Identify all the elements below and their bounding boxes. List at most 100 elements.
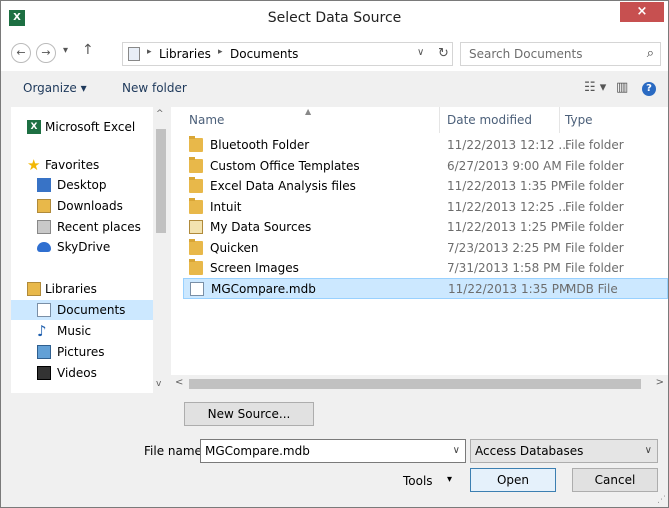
- file-name-value[interactable]: MGCompare.mdb: [205, 440, 310, 462]
- sidebar-item-downloads[interactable]: Downloads: [11, 196, 153, 216]
- scrollbar-thumb[interactable]: [189, 379, 641, 389]
- file-row-my-data-sources[interactable]: My Data Sources 11/22/2013 1:25 PM File …: [183, 217, 668, 238]
- sidebar-item-recent-places[interactable]: Recent places: [11, 217, 153, 237]
- column-header-type[interactable]: Type: [565, 113, 593, 127]
- file-name: MGCompare.mdb: [211, 282, 316, 296]
- documents-icon: [128, 47, 140, 61]
- recent-places-icon: [37, 220, 51, 234]
- file-date: 7/31/2013 1:58 PM: [447, 261, 561, 275]
- sidebar-item-documents[interactable]: Documents: [11, 300, 153, 320]
- scrollbar-thumb[interactable]: [156, 129, 166, 233]
- forward-button[interactable]: →: [36, 43, 56, 63]
- folder-icon: [189, 136, 203, 152]
- scroll-up-icon[interactable]: ^: [156, 109, 164, 119]
- column-header-name[interactable]: Name: [189, 113, 224, 127]
- sidebar-item-label: Videos: [57, 366, 97, 380]
- file-row-intuit[interactable]: Intuit 11/22/2013 12:25 ... File folder: [183, 197, 668, 218]
- address-dropdown-icon[interactable]: ∨: [417, 47, 424, 58]
- sidebar-item-microsoft-excel[interactable]: X Microsoft Excel: [11, 117, 153, 137]
- file-date: 11/22/2013 12:25 ...: [447, 200, 570, 214]
- breadcrumb-libraries[interactable]: Libraries: [159, 47, 211, 61]
- scroll-down-icon[interactable]: v: [156, 379, 161, 389]
- file-row-mgcompare-mdb[interactable]: MGCompare.mdb 11/22/2013 1:35 PM MDB Fil…: [183, 278, 668, 299]
- sidebar-item-libraries[interactable]: Libraries: [11, 279, 153, 299]
- column-divider[interactable]: [559, 107, 560, 133]
- folder-icon: [189, 259, 203, 275]
- file-row-custom-office-templates[interactable]: Custom Office Templates 6/27/2013 9:00 A…: [183, 156, 668, 177]
- command-toolbar: Organize ▾ New folder ☷ ▾ ▥ ?: [1, 71, 668, 107]
- file-row-bluetooth-folder[interactable]: Bluetooth Folder 11/22/2013 12:12 ... Fi…: [183, 135, 668, 156]
- new-folder-button[interactable]: New folder: [122, 81, 187, 95]
- sidebar-item-videos[interactable]: Videos: [11, 363, 153, 383]
- sidebar-item-label: Downloads: [57, 199, 123, 213]
- preview-pane-icon[interactable]: ▥: [616, 80, 628, 95]
- sidebar-item-label: SkyDrive: [57, 240, 111, 254]
- libraries-icon: [27, 282, 41, 296]
- tools-button[interactable]: Tools: [403, 474, 433, 488]
- file-name: Intuit: [210, 200, 242, 214]
- file-date: 6/27/2013 9:00 AM: [447, 159, 562, 173]
- cancel-button[interactable]: Cancel: [572, 468, 658, 492]
- dialog-title: Select Data Source: [267, 10, 402, 26]
- sidebar-item-label: Desktop: [57, 178, 107, 192]
- sidebar-item-label: Pictures: [57, 345, 105, 359]
- file-row-quicken[interactable]: Quicken 7/23/2013 2:25 PM File folder: [183, 238, 668, 259]
- sidebar-item-label: Microsoft Excel: [45, 120, 136, 134]
- sidebar-item-skydrive[interactable]: SkyDrive: [11, 237, 153, 257]
- navigation-pane-scrollbar[interactable]: ^ v: [153, 107, 169, 393]
- file-name-label: File name:: [144, 444, 206, 458]
- tools-dropdown-icon[interactable]: ▾: [447, 474, 452, 485]
- search-input[interactable]: [467, 46, 627, 62]
- search-box[interactable]: ⌕: [460, 42, 661, 66]
- address-bar[interactable]: ▸ Libraries ▸ Documents ∨ ↻: [122, 42, 453, 66]
- file-type: File folder: [565, 261, 624, 275]
- new-source-button[interactable]: New Source...: [184, 402, 314, 426]
- file-type: File folder: [565, 159, 624, 173]
- desktop-icon: [37, 178, 51, 192]
- sidebar-item-desktop[interactable]: Desktop: [11, 175, 153, 195]
- up-button[interactable]: ↑: [82, 42, 94, 58]
- folder-icon: [189, 157, 203, 173]
- music-icon: ♪: [37, 322, 47, 340]
- scroll-left-icon[interactable]: <: [175, 377, 183, 388]
- file-type-value: Access Databases: [475, 444, 584, 458]
- organize-button[interactable]: Organize ▾: [23, 81, 87, 95]
- sidebar-item-favorites[interactable]: ★ Favorites: [11, 155, 153, 175]
- file-type: File folder: [565, 241, 624, 255]
- scroll-right-icon[interactable]: >: [656, 377, 664, 388]
- search-icon[interactable]: ⌕: [647, 46, 654, 61]
- title-bar: X Select Data Source ×: [1, 1, 668, 35]
- file-name-field[interactable]: MGCompare.mdb ∨: [200, 439, 466, 463]
- file-name: Quicken: [210, 241, 259, 255]
- recent-locations-dropdown[interactable]: ▾: [63, 45, 68, 56]
- breadcrumb-separator: ▸: [218, 47, 223, 57]
- file-list-horizontal-scrollbar[interactable]: < >: [171, 375, 668, 393]
- close-button[interactable]: ×: [620, 2, 664, 22]
- back-button[interactable]: ←: [11, 43, 31, 63]
- file-name: My Data Sources: [210, 220, 312, 234]
- change-view-icon[interactable]: ☷ ▾: [584, 80, 606, 95]
- sidebar-item-label: Libraries: [45, 282, 97, 296]
- folder-icon: [189, 198, 203, 214]
- sidebar-item-label: Music: [57, 324, 92, 338]
- sidebar-item-pictures[interactable]: Pictures: [11, 342, 153, 362]
- column-divider[interactable]: [439, 107, 440, 133]
- open-button[interactable]: Open: [470, 468, 556, 492]
- chevron-down-icon[interactable]: ∨: [453, 440, 460, 462]
- resize-grip-icon[interactable]: ⋰: [657, 495, 666, 505]
- refresh-icon[interactable]: ↻: [438, 46, 449, 61]
- file-type: File folder: [565, 200, 624, 214]
- column-header-date-modified[interactable]: Date modified: [447, 113, 532, 127]
- file-row-screen-images[interactable]: Screen Images 7/31/2013 1:58 PM File fol…: [183, 258, 668, 279]
- file-date: 11/22/2013 1:35 PM: [448, 282, 570, 296]
- file-date: 11/22/2013 12:12 ...: [447, 138, 570, 152]
- file-type-select[interactable]: Access Databases ∨: [470, 439, 658, 463]
- sidebar-item-music[interactable]: ♪ Music: [11, 321, 153, 341]
- sidebar-item-label: Documents: [57, 303, 126, 317]
- help-icon[interactable]: ?: [642, 82, 656, 96]
- sidebar-item-label: Recent places: [57, 220, 141, 234]
- chevron-down-icon[interactable]: ∨: [645, 440, 652, 462]
- file-row-excel-data-analysis-files[interactable]: Excel Data Analysis files 11/22/2013 1:3…: [183, 176, 668, 197]
- file-list: ▲ Name Date modified Type Bluetooth Fold…: [171, 107, 668, 393]
- breadcrumb-documents[interactable]: Documents: [230, 47, 298, 61]
